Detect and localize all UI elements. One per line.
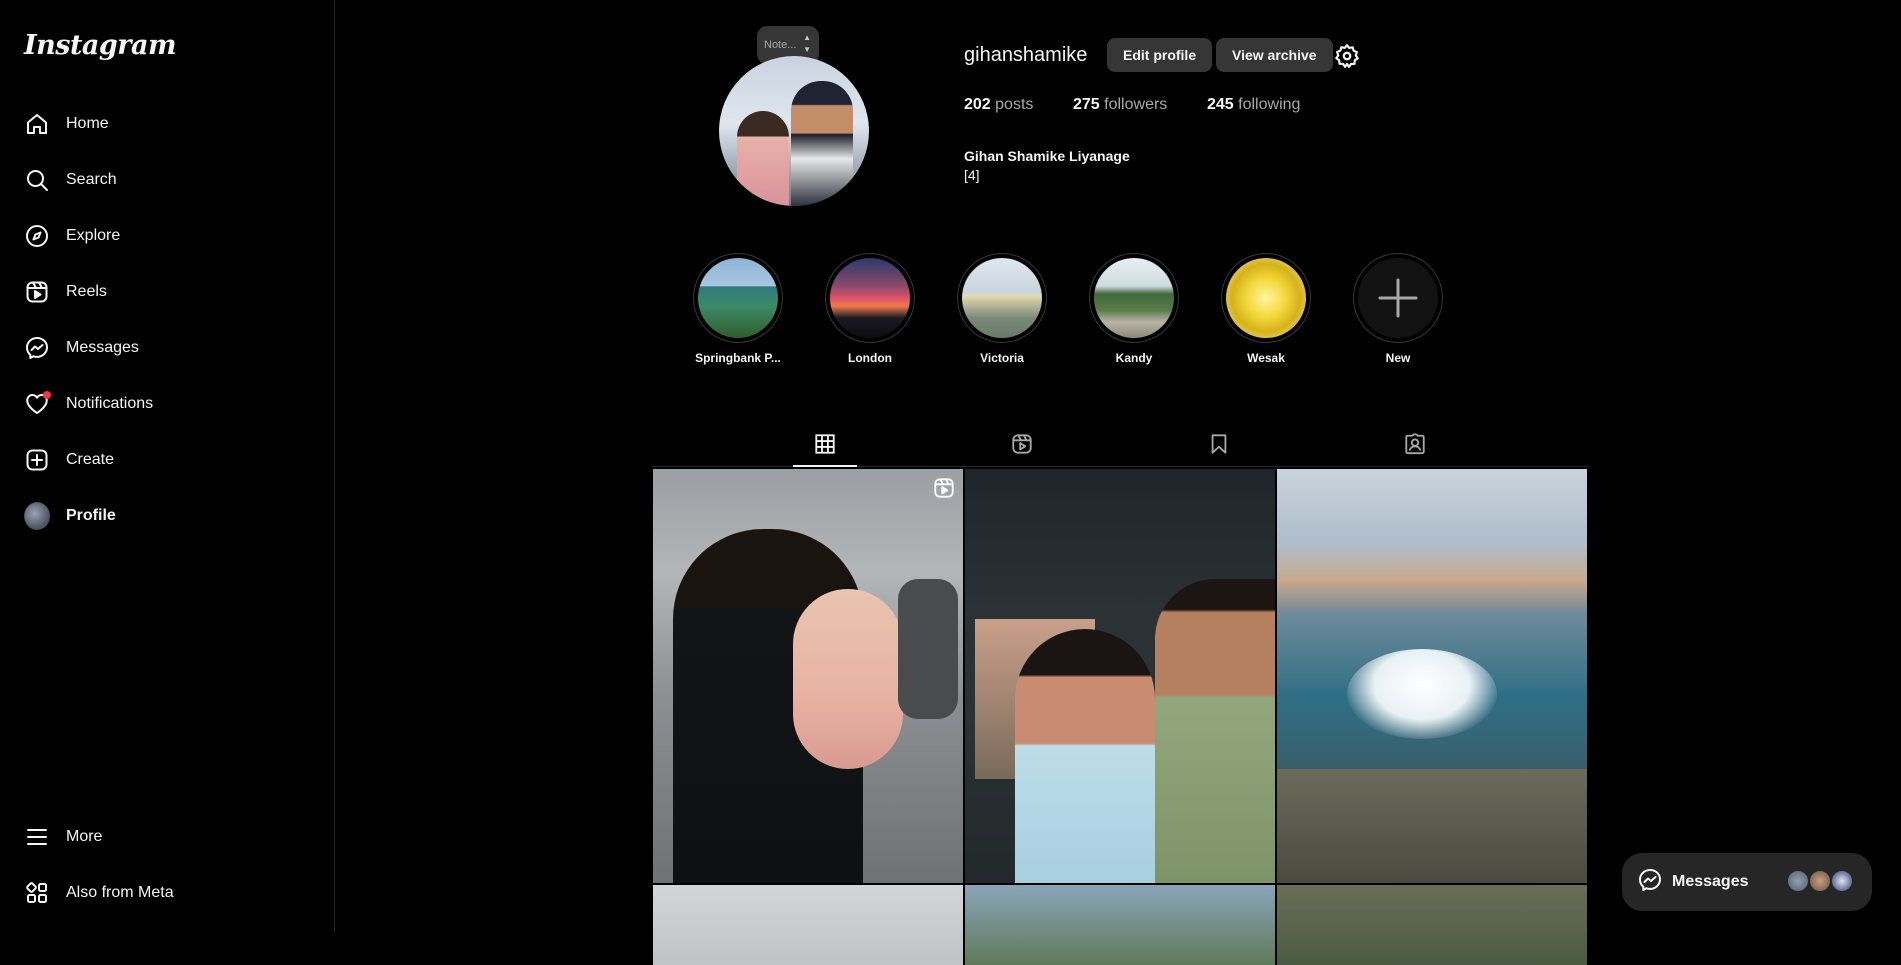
post-tile[interactable]	[653, 885, 963, 965]
sidebar-item-create[interactable]: Create	[12, 436, 322, 484]
sidebar-item-notifications[interactable]: Notifications	[12, 380, 322, 428]
instagram-logo[interactable]: Instagram	[24, 30, 177, 61]
highlight-cover	[1094, 258, 1174, 338]
hamburger-icon	[24, 824, 50, 850]
highlight-label: Victoria	[980, 351, 1024, 365]
following-link[interactable]: 245 following	[1207, 96, 1300, 114]
tab-tagged[interactable]	[1383, 426, 1447, 467]
sidebar-item-home[interactable]: Home	[12, 100, 322, 148]
messages-bar[interactable]: Messages	[1622, 853, 1872, 911]
view-archive-button[interactable]: View archive	[1216, 38, 1333, 72]
meta-apps-icon	[24, 880, 50, 906]
profile-full-name: Gihan Shamike Liyanage	[964, 148, 1130, 164]
grid-icon	[815, 434, 835, 454]
sidebar: Instagram Home Search Explore Reels Mess…	[0, 0, 335, 933]
note-placeholder: Note...	[764, 39, 797, 51]
gear-icon[interactable]	[1334, 43, 1360, 69]
post-tile[interactable]	[965, 885, 1275, 965]
search-icon	[24, 167, 50, 193]
highlight-victoria[interactable]: Victoria	[956, 253, 1048, 365]
sidebar-item-reels[interactable]: Reels	[12, 268, 322, 316]
avatar	[24, 502, 50, 530]
highlight-label: London	[848, 351, 892, 365]
highlight-new[interactable]: New	[1352, 253, 1444, 365]
highlight-cover	[698, 258, 778, 338]
post-tile[interactable]	[1277, 469, 1587, 883]
post-tile[interactable]	[653, 469, 963, 883]
tagged-icon	[1405, 433, 1425, 455]
posts-count: 202 posts	[964, 96, 1034, 113]
home-icon	[24, 111, 50, 137]
reel-icon	[933, 477, 955, 504]
highlight-london[interactable]: London	[824, 253, 916, 365]
highlight-label: Springbank P...	[695, 351, 781, 365]
profile-username: gihanshamike	[964, 44, 1088, 66]
highlight-kandy[interactable]: Kandy	[1088, 253, 1180, 365]
highlight-label: Wesak	[1247, 351, 1285, 365]
sidebar-item-label: Messages	[66, 339, 139, 356]
highlight-wesak[interactable]: Wesak	[1220, 253, 1312, 365]
sidebar-item-label: More	[66, 828, 103, 845]
sidebar-item-explore[interactable]: Explore	[12, 212, 322, 260]
tab-saved[interactable]	[1187, 426, 1251, 467]
sidebar-item-label: Notifications	[66, 395, 154, 412]
heart-icon	[24, 391, 51, 417]
sidebar-item-label: Also from Meta	[66, 884, 174, 901]
post-tile[interactable]	[1277, 885, 1587, 965]
avatar	[1830, 869, 1854, 893]
post-tile[interactable]	[965, 469, 1275, 883]
highlight-label: Kandy	[1115, 351, 1153, 365]
edit-profile-button[interactable]: Edit profile	[1107, 38, 1213, 72]
highlight-cover	[962, 258, 1042, 338]
plus-icon	[1378, 278, 1418, 318]
sidebar-item-label: Create	[66, 451, 115, 468]
sidebar-item-label: Search	[66, 171, 117, 188]
tab-posts[interactable]	[793, 426, 857, 467]
sidebar-item-label: Home	[66, 115, 109, 132]
sidebar-item-label: Profile	[66, 507, 116, 524]
messenger-icon	[1638, 868, 1662, 897]
compass-icon	[24, 223, 50, 249]
profile-bio: [4]	[964, 167, 980, 183]
reels-icon	[24, 279, 50, 305]
sidebar-item-search[interactable]: Search	[12, 156, 322, 204]
messenger-icon	[24, 335, 50, 361]
profile-avatar[interactable]	[719, 56, 869, 206]
reels-icon	[1012, 434, 1032, 454]
avatar	[1808, 869, 1832, 893]
sidebar-item-messages[interactable]: Messages	[12, 324, 322, 372]
sidebar-item-profile[interactable]: Profile	[12, 492, 322, 540]
sidebar-item-label: Reels	[66, 283, 107, 300]
highlight-springbank[interactable]: Springbank P...	[692, 253, 784, 365]
sidebar-item-more[interactable]: More	[12, 813, 322, 861]
highlight-cover	[1226, 258, 1306, 338]
bookmark-icon	[1211, 434, 1227, 454]
note-stepper-icon: ▲ ▼	[803, 33, 811, 54]
messages-bar-label: Messages	[1672, 873, 1749, 890]
highlight-label: New	[1385, 351, 1411, 365]
sidebar-item-label: Explore	[66, 227, 121, 244]
tab-reels[interactable]	[990, 426, 1054, 467]
followers-link[interactable]: 275 followers	[1073, 96, 1167, 114]
avatar	[1786, 869, 1810, 893]
highlight-cover	[830, 258, 910, 338]
notification-badge	[43, 391, 51, 399]
sidebar-item-also-from-meta[interactable]: Also from Meta	[12, 869, 322, 917]
plus-square-icon	[24, 447, 50, 473]
